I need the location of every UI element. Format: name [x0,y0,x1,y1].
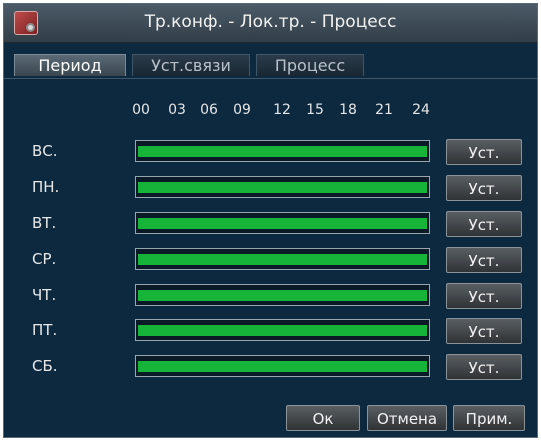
process-schedule-dialog: Тр.конф. - Лок.тр. - Процесс Период Уст.… [3,3,538,438]
hour-tick-label: 24 [412,102,430,118]
tab-process[interactable]: Процесс [256,54,364,76]
set-button-sunday[interactable]: Уст. [446,139,522,165]
title-bar: Тр.конф. - Лок.тр. - Процесс [4,4,537,43]
set-button-monday[interactable]: Уст. [446,175,522,201]
schedule-bar-thursday[interactable] [135,284,430,306]
hour-tick-label: 09 [233,102,251,118]
schedule-bar-saturday[interactable] [135,355,430,377]
schedule-bar-sunday[interactable] [135,140,430,162]
set-button-thursday[interactable]: Уст. [446,283,522,309]
schedule-fill [138,218,427,229]
set-button-friday[interactable]: Уст. [446,318,522,344]
tab-link-settings[interactable]: Уст.связи [132,54,250,76]
tab-period[interactable]: Период [14,54,126,76]
hour-tick-label: 06 [200,102,218,118]
schedule-fill [138,325,427,336]
cancel-button[interactable]: Отмена [367,405,447,431]
schedule-fill [138,254,427,265]
day-label-wednesday: СР. [32,250,57,268]
set-button-wednesday[interactable]: Уст. [446,247,522,273]
tab-bar: Период Уст.связи Процесс [4,54,537,79]
schedule-bar-monday[interactable] [135,176,430,198]
day-label-monday: ПН. [32,178,60,196]
hour-tick-label: 03 [168,102,186,118]
day-label-saturday: СБ. [32,357,58,375]
ok-button[interactable]: Ок [286,405,360,431]
hour-tick-label: 12 [273,102,291,118]
hour-tick-label: 00 [132,102,150,118]
window-title: Тр.конф. - Лок.тр. - Процесс [144,12,397,32]
day-label-friday: ПТ. [32,321,58,339]
set-button-tuesday[interactable]: Уст. [446,211,522,237]
schedule-fill [138,290,427,301]
schedule-fill [138,361,427,372]
hour-tick-label: 15 [306,102,324,118]
hour-tick-label: 18 [339,102,357,118]
day-label-tuesday: ВТ. [32,214,57,232]
schedule-fill [138,182,427,193]
day-label-thursday: ЧТ. [32,286,57,304]
schedule-bar-tuesday[interactable] [135,212,430,234]
schedule-bar-wednesday[interactable] [135,248,430,270]
hour-scale: 00 03 06 09 12 15 18 21 24 [4,102,537,122]
schedule-bar-friday[interactable] [135,319,430,341]
hour-tick-label: 21 [375,102,393,118]
schedule-fill [138,146,427,157]
day-label-sunday: ВС. [32,142,58,160]
set-button-saturday[interactable]: Уст. [446,354,522,380]
apply-button[interactable]: Прим. [453,405,525,431]
